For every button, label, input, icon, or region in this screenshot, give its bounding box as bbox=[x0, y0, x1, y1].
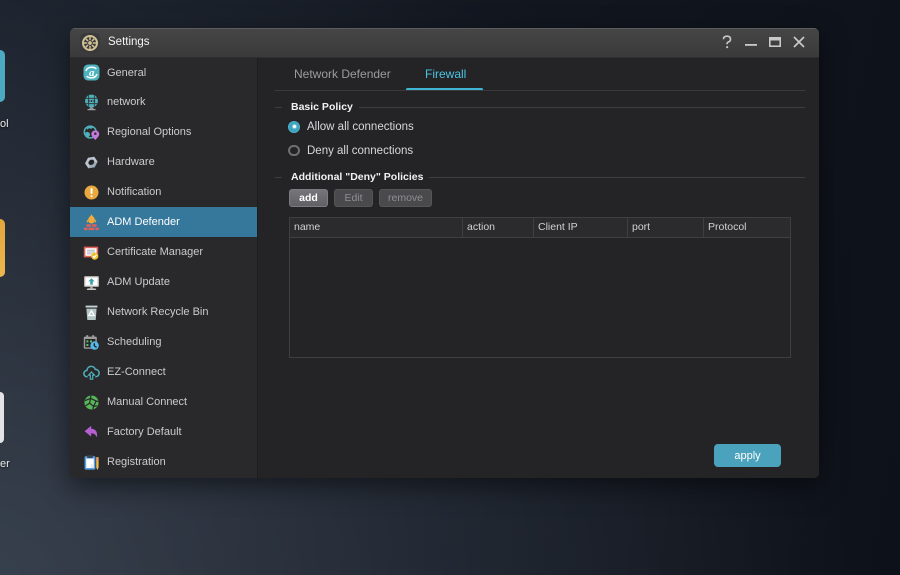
svg-text:a: a bbox=[89, 67, 95, 79]
